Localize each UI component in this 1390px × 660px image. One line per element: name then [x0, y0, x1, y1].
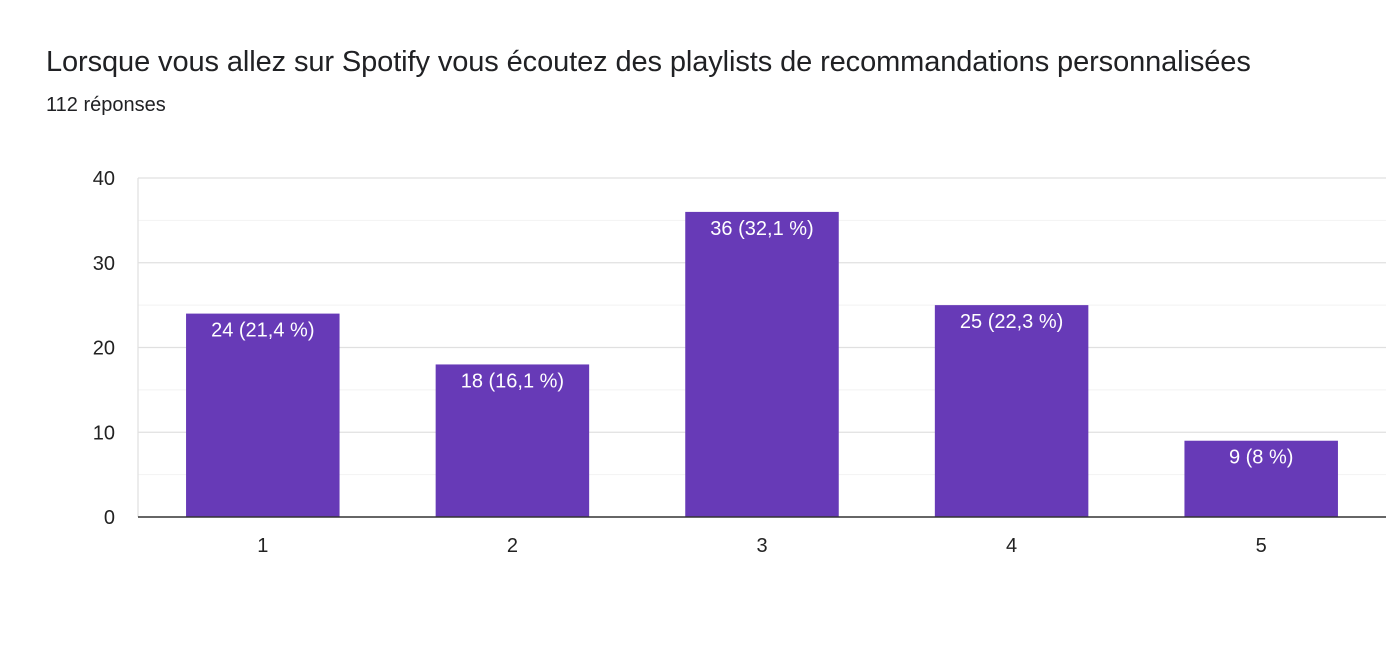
x-tick-label: 3	[756, 535, 767, 557]
y-tick-label: 20	[93, 338, 115, 360]
x-tick-label: 2	[507, 535, 518, 557]
y-tick-label: 30	[93, 253, 115, 275]
bar-3	[685, 211, 839, 517]
data-label-5: 9 (8 %)	[1229, 447, 1293, 469]
x-tick-label: 1	[257, 535, 268, 557]
bar-1	[186, 313, 340, 517]
bar-chart: 24 (21,4 %) 18 (16,1 %) 36 (32,1 %) 25 (22,…	[93, 168, 1386, 557]
bar-4	[934, 305, 1089, 517]
data-label-1: 24 (21,4 %)	[211, 320, 314, 342]
data-label-4: 25 (22,3 %)	[960, 311, 1063, 333]
y-tick-label: 40	[93, 168, 115, 190]
y-tick-label: 0	[104, 507, 115, 529]
bars	[186, 211, 1338, 517]
y-tick-label: 10	[93, 422, 115, 444]
x-tick-label: 4	[1006, 535, 1017, 557]
data-label-2: 18 (16,1 %)	[461, 370, 564, 392]
x-tick-label: 5	[1256, 535, 1267, 557]
data-label-3: 36 (32,1 %)	[710, 218, 813, 240]
